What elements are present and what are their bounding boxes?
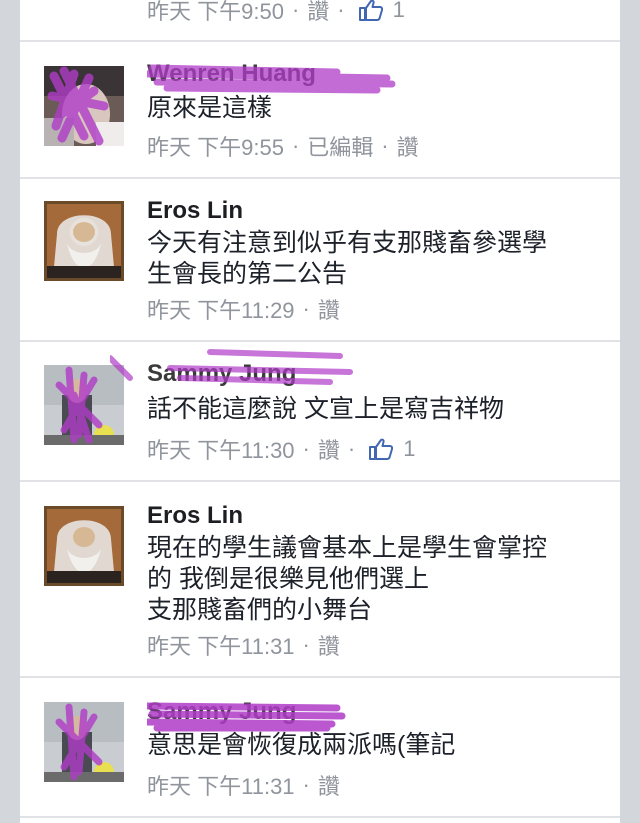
like-count: 1	[392, 0, 405, 22]
separator: ·	[291, 0, 300, 22]
user-photo	[47, 509, 121, 583]
separator: ·	[291, 133, 300, 158]
comment-time[interactable]: 昨天 下午11:29	[147, 293, 295, 325]
comment-meta: 昨天 下午9:55 · 已編輯 · 讚	[147, 130, 419, 162]
separator: ·	[302, 772, 310, 797]
comment-line: 現在的學生議會基本上是學生會掌控	[147, 534, 548, 562]
user-photo	[44, 365, 124, 445]
divider	[20, 480, 620, 482]
separator: ·	[302, 296, 310, 321]
commenter-name[interactable]: Sammy Jung	[147, 698, 296, 726]
comment-line: 的 我倒是很樂見他們選上	[147, 565, 429, 593]
edited-label[interactable]: 已編輯	[307, 130, 373, 162]
comment-time[interactable]: 昨天 下午9:55	[147, 130, 284, 162]
like-link[interactable]: 讚	[307, 0, 329, 26]
avatar[interactable]	[44, 365, 124, 445]
comment-meta: 昨天 下午11:31 · 讚	[147, 769, 340, 801]
comment-line: 原來是這樣	[147, 94, 273, 122]
comment-text: 意思是會恢復成兩派嗎(筆記	[147, 730, 607, 761]
left-gutter	[0, 0, 20, 823]
comment-time[interactable]: 昨天 下午11:31	[147, 769, 295, 801]
comment-time[interactable]: 昨天 下午11:30	[147, 433, 295, 465]
commenter-name[interactable]: Eros Lin	[147, 197, 243, 225]
comment-text: 現在的學生議會基本上是學生會掌控 的 我倒是很樂見他們選上 支那賤畜們的小舞台	[147, 533, 607, 626]
divider	[20, 676, 620, 678]
user-photo	[44, 66, 124, 146]
comment-line: 意思是會恢復成兩派嗎(筆記	[147, 731, 456, 759]
comment-line: 今天有注意到似乎有支那賤畜參選學	[147, 229, 548, 257]
like-link[interactable]: 讚	[397, 130, 419, 162]
like-link[interactable]: 讚	[318, 629, 340, 661]
right-gutter	[620, 0, 640, 823]
like-link[interactable]: 讚	[318, 293, 340, 325]
separator: ·	[302, 436, 310, 461]
separator: ·	[337, 0, 345, 22]
comment-line: 話不能這麼說 文宣上是寫吉祥物	[147, 395, 504, 423]
divider	[20, 340, 620, 342]
comment-meta: 昨天 下午11:29 · 讚	[147, 293, 340, 325]
comment-line: 支那賤畜們的小舞台	[147, 596, 373, 624]
like-count: 1	[403, 436, 416, 461]
comment-time: 昨天 下午9:50	[147, 0, 284, 24]
comment-meta: 昨天 下午9:50 · 讚 · 1	[147, 0, 405, 26]
user-photo	[44, 702, 124, 782]
separator: ·	[347, 436, 356, 461]
comment-meta: 昨天 下午11:31 · 讚	[147, 629, 340, 661]
comment-text: 話不能這麼說 文宣上是寫吉祥物	[147, 394, 607, 425]
separator: ·	[302, 632, 310, 657]
like-link[interactable]: 讚	[318, 433, 340, 465]
divider	[20, 40, 620, 42]
comment-feed: 昨天 下午9:50 · 讚 · 1 Wenren Huang 原來是這樣 昨天 …	[20, 0, 620, 823]
avatar[interactable]	[44, 66, 124, 146]
avatar[interactable]	[44, 702, 124, 782]
comment-text: 今天有注意到似乎有支那賤畜參選學 生會長的第二公告	[147, 228, 607, 290]
commenter-name[interactable]: Eros Lin	[147, 502, 243, 530]
commenter-name[interactable]: Sammy Jung	[147, 360, 296, 388]
comment-line: 生會長的第二公告	[147, 260, 348, 288]
comment-time[interactable]: 昨天 下午11:31	[147, 629, 295, 661]
avatar[interactable]	[44, 506, 124, 586]
separator: ·	[381, 133, 389, 158]
avatar[interactable]	[44, 201, 124, 281]
divider	[20, 177, 620, 179]
thumbs-up-icon	[369, 438, 394, 460]
comment-text: 原來是這樣	[147, 93, 607, 124]
divider	[20, 816, 620, 818]
thumbs-up-icon	[358, 0, 383, 21]
like-link[interactable]: 讚	[318, 769, 340, 801]
commenter-name[interactable]: Wenren Huang	[147, 60, 316, 88]
user-photo	[47, 204, 121, 278]
comment-meta: 昨天 下午11:30 · 讚 · 1	[147, 433, 415, 465]
